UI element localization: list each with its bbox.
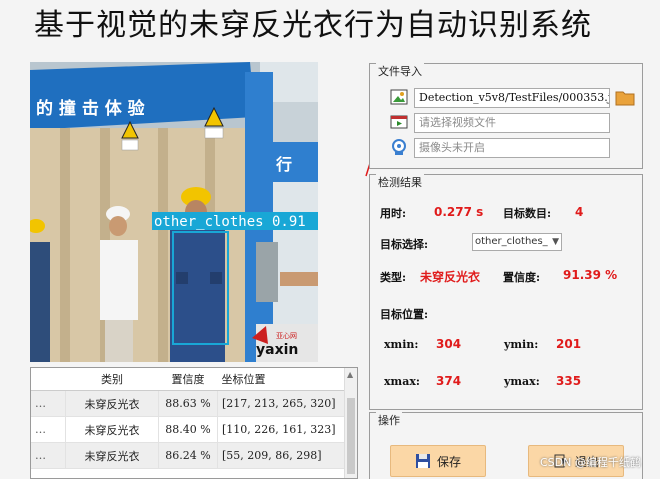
- table-row[interactable]: … 未穿反光衣 88.63 % [217, 213, 265, 320]: [31, 390, 355, 417]
- table-cell: …: [31, 416, 66, 443]
- table-cell: [55, 209, 86, 298]: [217, 442, 355, 469]
- time-label: 用时:: [380, 207, 407, 220]
- type-label: 类型:: [380, 271, 407, 284]
- target-select-label: 目标选择:: [380, 238, 429, 251]
- table-cell: 未穿反光衣: [65, 416, 159, 443]
- image-open-button[interactable]: [389, 87, 409, 107]
- scroll-thumb[interactable]: [347, 398, 355, 474]
- table-cell: 86.24 %: [158, 442, 218, 469]
- table-header-confidence[interactable]: 置信度: [158, 368, 218, 391]
- scroll-up-icon[interactable]: ▲: [347, 370, 353, 379]
- camera-field[interactable]: 摄像头未开启: [414, 138, 610, 158]
- image-icon: [390, 89, 408, 105]
- logo-text: yaxin: [256, 342, 298, 358]
- video-open-button[interactable]: [389, 112, 409, 132]
- table-cell: …: [31, 442, 66, 469]
- ymin-value: 201: [556, 337, 582, 351]
- table-header-class[interactable]: 类别: [65, 368, 159, 391]
- table-row[interactable]: … 未穿反光衣 88.40 % [110, 226, 161, 323]: [31, 416, 355, 443]
- table-cell: 88.63 %: [158, 390, 218, 417]
- xmin-value: 304: [436, 337, 462, 351]
- sign-right-text: 行: [275, 155, 292, 174]
- count-label: 目标数目:: [503, 207, 552, 220]
- chevron-down-icon: ▼: [552, 237, 559, 247]
- xmin-label: xmin:: [384, 338, 419, 351]
- table-cell: 未穿反光衣: [65, 390, 159, 417]
- table-cell: [110, 226, 161, 323]: [217, 416, 355, 443]
- result-title: 检测结果: [376, 174, 424, 190]
- file-import-title: 文件导入: [376, 63, 424, 79]
- table-scrollbar[interactable]: ▲: [344, 368, 357, 478]
- results-table[interactable]: 类别 置信度 坐标位置 … 未穿反光衣 88.63 % [217, 213, 2…: [30, 367, 358, 479]
- target-select-value: other_clothes_: [475, 236, 548, 247]
- table-header-position[interactable]: 坐标位置: [217, 368, 355, 391]
- table-header-index: [31, 368, 66, 391]
- table-cell: 88.40 %: [158, 416, 218, 443]
- camera-icon: [392, 139, 406, 155]
- detection-result-group: 检测结果 用时: 0.277 s 目标数目: 4 目标选择: other_clo…: [369, 174, 643, 410]
- type-value: 未穿反光衣: [420, 270, 481, 284]
- confidence-label: 置信度:: [503, 271, 541, 284]
- save-icon: [415, 454, 430, 468]
- save-label: 保存: [436, 454, 461, 469]
- table-cell: [217, 213, 265, 320]: [217, 390, 355, 417]
- ymin-label: ymin:: [504, 338, 539, 351]
- image-path-field[interactable]: Detection_v5v8/TestFiles/000353.jpg: [414, 88, 610, 108]
- logo-sub: 亚心网: [276, 332, 297, 340]
- table-cell: …: [31, 390, 66, 417]
- count-value: 4: [575, 205, 584, 219]
- time-value: 0.277 s: [434, 205, 484, 219]
- table-row[interactable]: … 未穿反光衣 86.24 % [55, 209, 86, 298]: [31, 442, 355, 469]
- sign-text: 的 撞 击 体 验: [36, 98, 146, 119]
- folder-icon: [615, 91, 635, 106]
- app-title: 基于视觉的未穿反光衣行为自动识别系统: [34, 8, 592, 43]
- folder-button[interactable]: [615, 87, 635, 107]
- camera-button[interactable]: [389, 137, 409, 157]
- table-cell: 未穿反光衣: [65, 442, 159, 469]
- xmax-value: 374: [436, 374, 462, 388]
- target-select[interactable]: other_clothes_ ▼: [472, 233, 562, 251]
- detection-label: other_clothes 0.91: [154, 214, 306, 230]
- ymax-label: ymax:: [504, 375, 540, 388]
- video-path-field[interactable]: 请选择视频文件: [414, 113, 610, 133]
- confidence-value: 91.39 %: [563, 268, 618, 282]
- video-icon: [390, 115, 408, 129]
- save-button[interactable]: 保存: [390, 445, 486, 477]
- ymax-value: 335: [556, 374, 582, 388]
- detection-image: 的 撞 击 体 验 行 other_clothes 0.91 亚心网 yaxin: [30, 62, 318, 362]
- xmax-label: xmax:: [384, 375, 420, 388]
- operations-title: 操作: [376, 412, 402, 428]
- file-import-group: 文件导入 Detection_v5v8/TestFiles/000353.jpg…: [369, 63, 643, 169]
- watermark: CSDN @编程千纸鹤: [540, 456, 641, 469]
- position-label: 目标位置:: [380, 308, 429, 321]
